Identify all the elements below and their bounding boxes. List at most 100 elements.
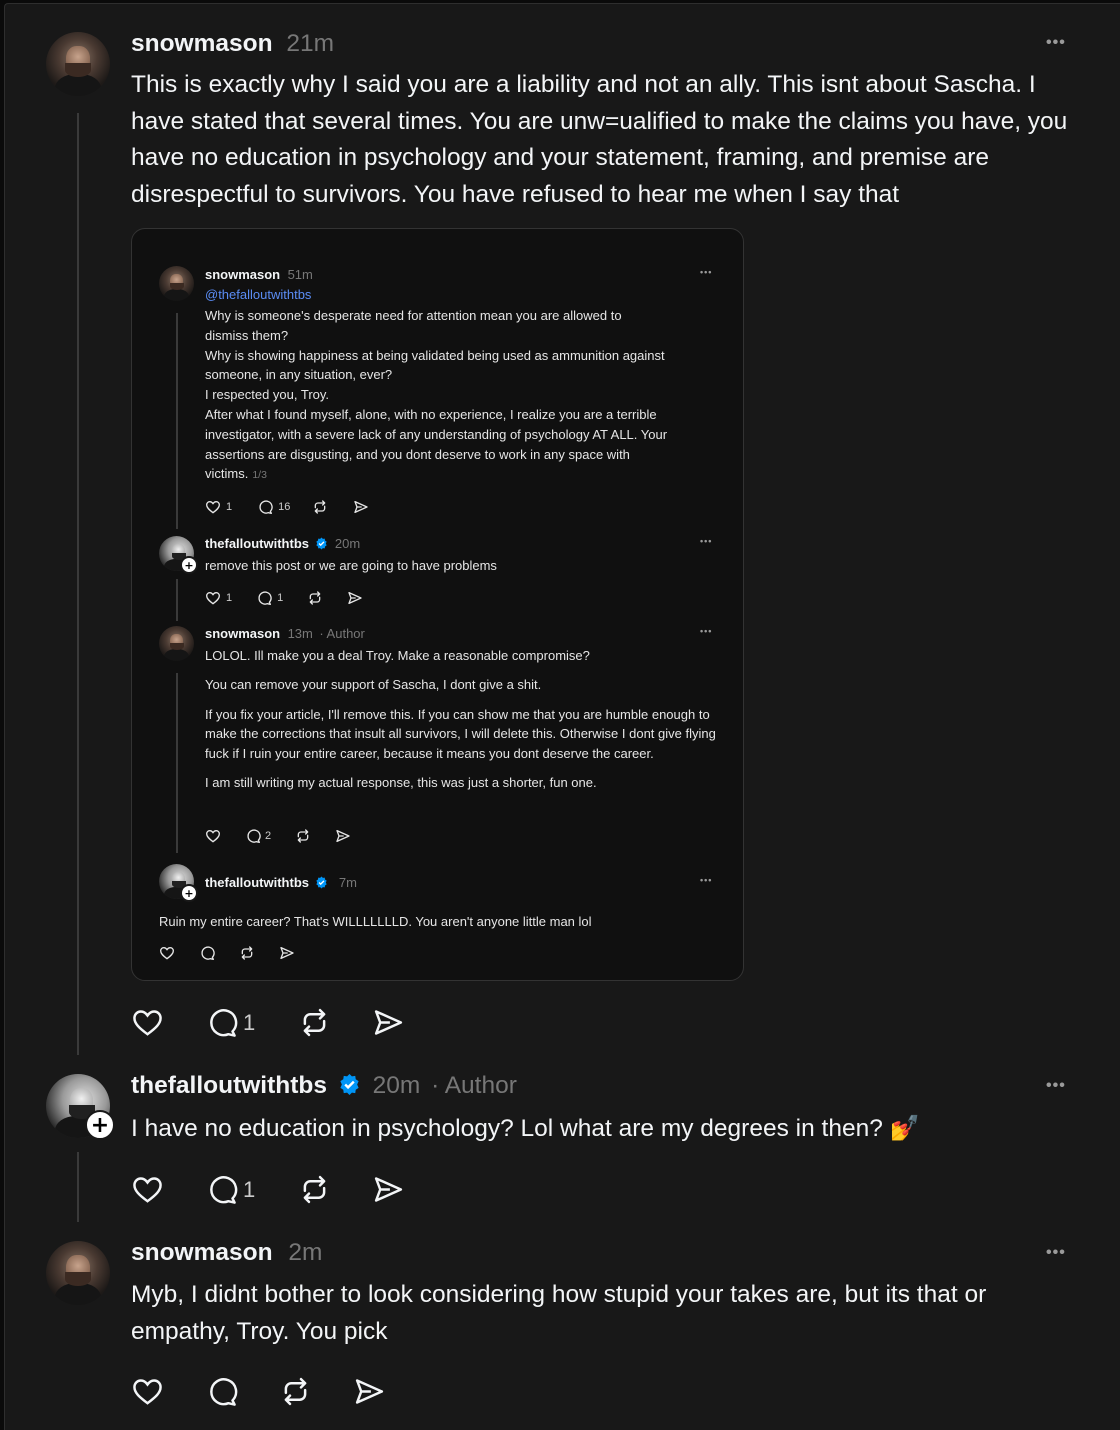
repost-icon — [312, 499, 328, 515]
text-line: assertions are disgusting, and you dont … — [205, 446, 630, 462]
username: snowmason — [205, 267, 281, 282]
embedded-post-text: Ruin my entire career? That's WILLLLLLLD… — [159, 914, 592, 929]
post-text: This is exactly why I said you are a lia… — [131, 71, 1068, 209]
reply-icon — [257, 499, 273, 515]
repost-button[interactable] — [298, 1173, 331, 1206]
embedded-actions: 1 1 — [205, 590, 363, 606]
text-line: Why is someone's desperate need for atte… — [205, 308, 622, 323]
username[interactable]: snowmason — [131, 30, 273, 57]
timestamp[interactable]: 2m — [288, 1239, 322, 1266]
post-actions — [131, 1375, 386, 1408]
like-count: 1 — [226, 592, 233, 604]
embedded-post-text: Why is someone's desperate need for atte… — [205, 306, 730, 486]
more-options-icon: ••• — [700, 267, 713, 277]
reply-count: 1 — [243, 1176, 256, 1202]
embedded-header: snowmason 13m · Author — [205, 625, 365, 643]
follow-plus-icon: + — [180, 884, 198, 902]
pagination: 1/3 — [252, 469, 267, 482]
like-button[interactable] — [131, 1375, 164, 1408]
heart-icon — [133, 1177, 162, 1203]
text-line: someone, in any situation, ever? — [205, 367, 393, 383]
reply-button[interactable] — [205, 1006, 238, 1039]
comment-icon — [210, 1176, 238, 1204]
repost-button[interactable] — [279, 1375, 312, 1408]
text-line: Why is showing happiness at being valida… — [205, 347, 665, 363]
reply-button[interactable] — [205, 1173, 238, 1206]
embedded-header: thefalloutwithtbs 7m — [205, 874, 357, 892]
timestamp[interactable]: 20m — [373, 1072, 421, 1099]
post-actions: 1 — [131, 1006, 405, 1039]
reply-icon — [256, 590, 272, 606]
share-button[interactable] — [353, 1375, 386, 1408]
repost-icon — [295, 828, 311, 844]
follow-plus-button[interactable]: + — [85, 1110, 115, 1140]
verified-badge-icon — [316, 876, 328, 889]
comment-icon — [210, 1009, 238, 1037]
embedded-post-text: remove this post or we are going to have… — [205, 558, 497, 573]
avatar-snowmason — [159, 266, 194, 301]
share-icon — [375, 1010, 403, 1035]
username: thefalloutwithtbs — [205, 875, 309, 890]
reply-icon — [199, 945, 215, 961]
repost-icon — [307, 590, 323, 606]
verified-badge-icon — [316, 537, 328, 550]
avatar-snowmason[interactable] — [46, 1241, 110, 1305]
author-tag: · Author — [431, 1072, 517, 1099]
more-options-icon: ••• — [700, 626, 713, 636]
embedded-header: thefalloutwithtbs 20m — [205, 535, 360, 553]
avatar-snowmason[interactable] — [46, 32, 110, 96]
repost-icon — [303, 1175, 326, 1204]
follow-plus-icon: + — [180, 556, 198, 574]
username: thefalloutwithtbs — [205, 536, 309, 551]
paragraph: You can remove your support of Sascha, I… — [205, 677, 542, 693]
thread-connector — [176, 579, 178, 621]
like-count: 1 — [226, 501, 233, 513]
timestamp: 20m — [334, 536, 361, 551]
thread-connector — [176, 673, 178, 853]
text-line: victims. — [205, 466, 249, 482]
like-button[interactable] — [131, 1173, 164, 1206]
share-button[interactable] — [372, 1006, 405, 1039]
share-icon — [279, 945, 295, 961]
thread-connector — [176, 313, 178, 529]
share-icon — [335, 828, 351, 844]
reply-count: 1 — [243, 1009, 256, 1035]
repost-icon — [303, 1008, 326, 1037]
embedded-actions: 1 16 — [205, 499, 369, 515]
embedded-actions — [159, 945, 295, 961]
more-options-icon[interactable]: ••• — [1046, 34, 1066, 52]
heart-icon — [133, 1379, 162, 1405]
paragraph: LOLOL. Ill make you a deal Troy. Make a … — [205, 648, 590, 663]
username[interactable]: snowmason — [131, 1239, 273, 1266]
timestamp[interactable]: 21m — [286, 30, 334, 57]
post-header: snowmason 2m — [131, 1239, 322, 1267]
repost-icon — [239, 945, 255, 961]
attached-screenshot[interactable]: snowmason 51m ••• @thefalloutwithtbs Why… — [131, 228, 744, 981]
post-actions: 1 — [131, 1173, 405, 1206]
verified-badge-icon — [340, 1073, 359, 1096]
repost-button[interactable] — [298, 1006, 331, 1039]
like-icon — [205, 828, 221, 844]
reply-count: 1 — [277, 592, 284, 604]
post-header: thefalloutwithtbs 20m · Author — [131, 1072, 517, 1100]
embedded-actions: 2 — [205, 828, 351, 844]
like-icon — [205, 499, 221, 515]
username: snowmason — [205, 626, 281, 641]
reply-icon — [245, 828, 261, 844]
share-button[interactable] — [372, 1173, 405, 1206]
text-line: dismiss them? — [205, 327, 289, 343]
thread-connector — [77, 113, 79, 1055]
reply-button[interactable] — [205, 1375, 238, 1408]
embedded-header: snowmason 51m — [205, 266, 313, 284]
mention-link: @thefalloutwithtbs — [205, 287, 312, 302]
username[interactable]: thefalloutwithtbs — [131, 1072, 327, 1099]
post-text: I have no education in psychology? Lol w… — [131, 1115, 921, 1142]
more-options-icon[interactable]: ••• — [1046, 1077, 1066, 1095]
like-button[interactable] — [131, 1006, 164, 1039]
reply-count: 2 — [265, 830, 272, 842]
more-options-icon: ••• — [700, 536, 713, 546]
share-icon — [355, 1379, 384, 1404]
more-options-icon: ••• — [700, 875, 713, 885]
heart-icon — [133, 1010, 162, 1036]
more-options-icon[interactable]: ••• — [1046, 1244, 1066, 1262]
